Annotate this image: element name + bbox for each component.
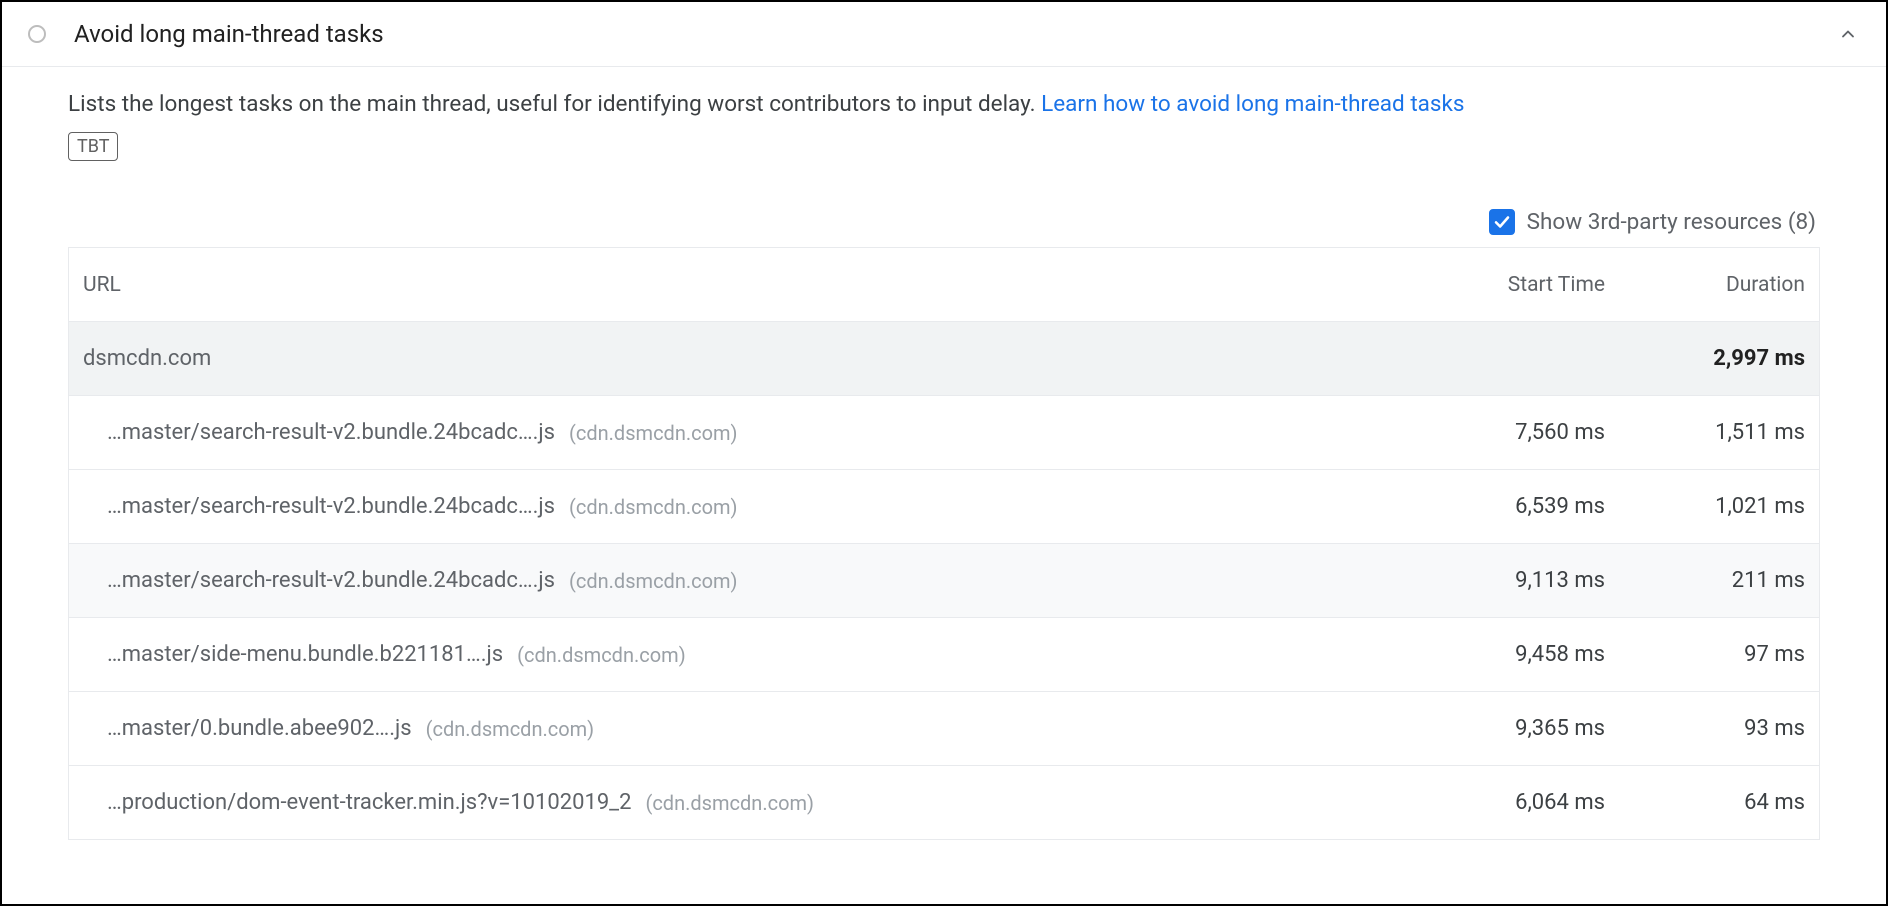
- url-cell: …master/search-result-v2.bundle.24bcadc……: [83, 420, 1405, 445]
- audit-panel: Avoid long main-thread tasks Lists the l…: [0, 0, 1888, 906]
- audit-description: Lists the longest tasks on the main thre…: [68, 87, 1820, 122]
- url-cell: …master/0.bundle.abee902….js (cdn.dsmcdn.…: [83, 716, 1405, 741]
- start-time: 7,560 ms: [1405, 420, 1605, 445]
- duration: 64 ms: [1605, 790, 1805, 815]
- url-cell: …master/search-result-v2.bundle.24bcadc……: [83, 568, 1405, 593]
- metric-badge: TBT: [68, 132, 118, 161]
- url-origin: (cdn.dsmcdn.com): [569, 495, 738, 519]
- third-party-label[interactable]: Show 3rd-party resources (8): [1527, 209, 1816, 235]
- duration: 1,511 ms: [1605, 420, 1805, 445]
- start-time: 6,064 ms: [1405, 790, 1605, 815]
- table-row[interactable]: …master/0.bundle.abee902….js (cdn.dsmcdn.…: [69, 692, 1819, 766]
- url-origin: (cdn.dsmcdn.com): [645, 791, 814, 815]
- table-row[interactable]: …master/search-result-v2.bundle.24bcadc……: [69, 470, 1819, 544]
- url-origin: (cdn.dsmcdn.com): [517, 643, 686, 667]
- start-time: 9,365 ms: [1405, 716, 1605, 741]
- duration: 93 ms: [1605, 716, 1805, 741]
- col-duration: Duration: [1605, 273, 1805, 297]
- group-name: dsmcdn.com: [83, 346, 1405, 371]
- url-origin: (cdn.dsmcdn.com): [569, 421, 738, 445]
- learn-more-link[interactable]: Learn how to avoid long main-thread task…: [1041, 91, 1464, 117]
- url-path[interactable]: …master/search-result-v2.bundle.24bcadc……: [107, 420, 555, 445]
- url-cell: …master/search-result-v2.bundle.24bcadc……: [83, 494, 1405, 519]
- table-row[interactable]: …master/search-result-v2.bundle.24bcadc……: [69, 396, 1819, 470]
- url-cell: …production/dom-event-tracker.min.js?v=1…: [83, 790, 1405, 815]
- duration: 211 ms: [1605, 568, 1805, 593]
- start-time: 9,113 ms: [1405, 568, 1605, 593]
- table-row[interactable]: …master/side-menu.bundle.b221181….js (cdn…: [69, 618, 1819, 692]
- url-path[interactable]: …production/dom-event-tracker.min.js?v=1…: [107, 790, 631, 815]
- col-start-time: Start Time: [1405, 273, 1605, 297]
- url-path[interactable]: …master/side-menu.bundle.b221181….js: [107, 642, 503, 667]
- url-cell: …master/side-menu.bundle.b221181….js (cdn…: [83, 642, 1405, 667]
- url-origin: (cdn.dsmcdn.com): [569, 569, 738, 593]
- collapse-icon[interactable]: [1838, 24, 1858, 44]
- url-path[interactable]: …master/search-result-v2.bundle.24bcadc……: [107, 568, 555, 593]
- start-time: 9,458 ms: [1405, 642, 1605, 667]
- table-body: dsmcdn.com 2,997 ms …master/search-resul…: [69, 322, 1819, 840]
- duration: 97 ms: [1605, 642, 1805, 667]
- url-path[interactable]: …master/0.bundle.abee902….js: [107, 716, 412, 741]
- table-row[interactable]: …production/dom-event-tracker.min.js?v=1…: [69, 766, 1819, 840]
- start-time: 6,539 ms: [1405, 494, 1605, 519]
- url-path[interactable]: …master/search-result-v2.bundle.24bcadc……: [107, 494, 555, 519]
- third-party-checkbox[interactable]: [1489, 209, 1515, 235]
- table-header: URL Start Time Duration: [69, 248, 1819, 322]
- table-row[interactable]: …master/search-result-v2.bundle.24bcadc……: [69, 544, 1819, 618]
- url-origin: (cdn.dsmcdn.com): [426, 717, 595, 741]
- audit-body: Lists the longest tasks on the main thre…: [2, 67, 1886, 840]
- third-party-toggle-row: Show 3rd-party resources (8): [68, 209, 1820, 235]
- audit-title: Avoid long main-thread tasks: [74, 20, 1838, 48]
- status-circle-icon: [28, 25, 46, 43]
- duration: 1,021 ms: [1605, 494, 1805, 519]
- group-total: 2,997 ms: [1605, 346, 1805, 371]
- col-url: URL: [83, 273, 1405, 297]
- group-row[interactable]: dsmcdn.com 2,997 ms: [69, 322, 1819, 396]
- audit-header[interactable]: Avoid long main-thread tasks: [2, 2, 1886, 67]
- description-text: Lists the longest tasks on the main thre…: [68, 91, 1041, 117]
- tasks-table: URL Start Time Duration dsmcdn.com 2,997…: [68, 247, 1820, 840]
